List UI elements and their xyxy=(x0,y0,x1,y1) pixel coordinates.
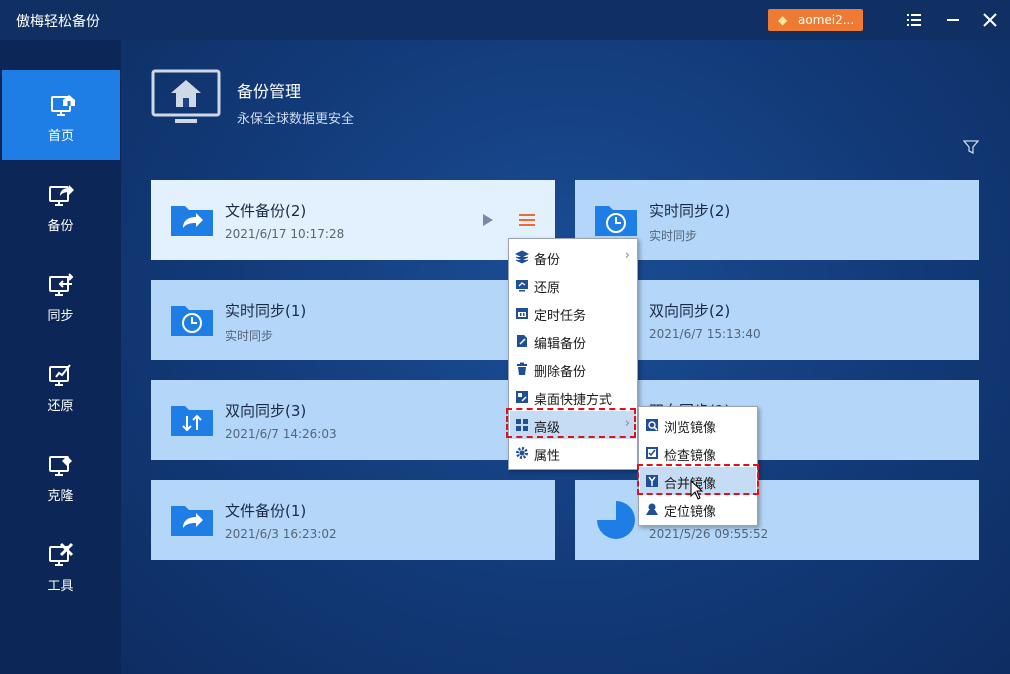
layers-icon xyxy=(515,250,529,264)
list-icon[interactable] xyxy=(901,8,927,32)
chevron-right-icon: › xyxy=(624,248,630,263)
gear-icon xyxy=(516,447,528,459)
card-subtitle: 实时同步 xyxy=(649,229,698,243)
card-title: 文件备份(1) xyxy=(225,502,307,520)
card-subtitle: 实时同步 xyxy=(225,329,274,343)
menu-item-label: 备份 xyxy=(534,253,561,268)
sidebar-item-label: 工具 xyxy=(47,579,74,594)
menu-icon[interactable] xyxy=(518,212,536,228)
home-monitor-icon xyxy=(51,95,75,116)
task-card[interactable]: 文件备份(1) 2021/6/3 16:23:02 xyxy=(151,480,555,560)
calendar-icon xyxy=(516,308,528,319)
menu-item-edit[interactable]: 编辑备份 xyxy=(510,327,636,355)
pie-chart-icon xyxy=(597,501,635,539)
filter-icon[interactable] xyxy=(963,139,979,155)
menu-item-backup[interactable]: 备份 › xyxy=(510,243,636,271)
sidebar-item-home[interactable]: 首页 xyxy=(2,70,120,160)
play-icon[interactable] xyxy=(481,212,495,228)
sidebar-item-label: 同步 xyxy=(47,309,74,324)
folder-clock-icon xyxy=(595,206,637,236)
card-subtitle: 2021/6/7 14:26:03 xyxy=(225,427,337,441)
menu-item-label: 编辑备份 xyxy=(534,337,587,352)
folder-share-icon xyxy=(171,206,213,236)
diamond-icon: ◆ xyxy=(778,13,788,27)
menu-item-label: 检查镜像 xyxy=(664,449,717,464)
menu-item-schedule[interactable]: 定时任务 xyxy=(510,299,636,327)
highlight-box xyxy=(506,408,636,438)
sidebar-item-label: 首页 xyxy=(47,129,74,144)
card-subtitle: 2021/5/26 09:55:52 xyxy=(649,527,769,541)
clone-monitor-icon xyxy=(49,456,72,476)
sidebar-item-clone[interactable]: 克隆 xyxy=(0,430,121,520)
folder-sync-icon xyxy=(171,406,213,436)
card-subtitle: 2021/6/3 16:23:02 xyxy=(225,527,337,541)
folder-clock-icon xyxy=(171,306,213,336)
sidebar-item-restore[interactable]: 还原 xyxy=(0,340,121,430)
account-name: aomei2... xyxy=(798,13,855,27)
task-card[interactable]: 2021/5/26 09:55:52 xyxy=(575,480,979,560)
restore-icon xyxy=(516,280,528,292)
sidebar-item-sync[interactable]: 同步 xyxy=(0,250,121,340)
task-card[interactable]: 实时同步(1) 实时同步 xyxy=(151,280,555,360)
restore-monitor-icon xyxy=(49,364,71,386)
card-subtitle: 2021/6/17 10:17:28 xyxy=(225,227,345,241)
edit-icon xyxy=(517,335,527,347)
app-title: 傲梅轻松备份 xyxy=(16,14,100,30)
menu-item-label: 删除备份 xyxy=(534,365,587,380)
locate-image-icon xyxy=(646,503,658,515)
close-icon[interactable] xyxy=(977,8,1003,32)
page-subtitle: 永保全球数据更安全 xyxy=(237,112,355,127)
menu-item-delete[interactable]: 删除备份 xyxy=(510,355,636,383)
title-bar: 傲梅轻松备份 ◆ aomei2... xyxy=(0,0,1010,40)
page-title: 备份管理 xyxy=(237,82,302,101)
task-card[interactable]: 双向同步(3) 2021/6/7 14:26:03 xyxy=(151,380,555,460)
menu-item-check-image[interactable]: 检查镜像 xyxy=(640,439,756,467)
menu-item-shortcut[interactable]: 桌面快捷方式 xyxy=(510,383,636,411)
menu-item-restore[interactable]: 还原 xyxy=(510,271,636,299)
account-button[interactable]: ◆ aomei2... xyxy=(768,9,863,31)
card-subtitle: 2021/6/7 15:13:40 xyxy=(649,327,761,341)
sidebar-item-tools[interactable]: 工具 xyxy=(0,520,121,610)
menu-item-label: 桌面快捷方式 xyxy=(534,393,613,408)
sidebar-item-label: 还原 xyxy=(47,399,74,414)
sidebar-item-label: 克隆 xyxy=(47,489,74,504)
folder-share-icon xyxy=(171,506,213,536)
menu-item-properties[interactable]: 属性 xyxy=(510,439,636,467)
card-title: 双向同步(3) xyxy=(225,402,307,420)
mouse-cursor-icon xyxy=(690,480,704,500)
shortcut-icon xyxy=(516,391,528,403)
backup-monitor-icon xyxy=(49,185,74,206)
sidebar-item-label: 备份 xyxy=(47,219,74,234)
card-title: 实时同步(1) xyxy=(225,302,307,320)
home-monitor-icon xyxy=(151,69,221,123)
card-title: 双向同步(2) xyxy=(649,302,731,320)
menu-item-label: 定位镜像 xyxy=(664,505,717,520)
browse-image-icon xyxy=(646,419,658,431)
sync-monitor-icon xyxy=(49,273,74,296)
menu-item-browse-image[interactable]: 浏览镜像 xyxy=(640,411,756,439)
menu-item-label: 属性 xyxy=(534,449,561,464)
menu-item-label: 浏览镜像 xyxy=(664,421,717,436)
sidebar: 首页 备份 同步 还原 克隆 工具 xyxy=(0,40,121,674)
trash-icon xyxy=(517,362,527,375)
task-card[interactable]: 文件备份(2) 2021/6/17 10:17:28 xyxy=(151,180,555,260)
menu-item-label: 定时任务 xyxy=(534,309,587,324)
menu-item-label: 还原 xyxy=(534,281,561,296)
sidebar-item-backup[interactable]: 备份 xyxy=(0,160,121,250)
minimize-button[interactable] xyxy=(940,8,966,32)
tools-monitor-icon xyxy=(49,542,74,566)
check-image-icon xyxy=(646,447,658,459)
card-title: 实时同步(2) xyxy=(649,202,731,220)
card-title: 文件备份(2) xyxy=(225,202,307,220)
